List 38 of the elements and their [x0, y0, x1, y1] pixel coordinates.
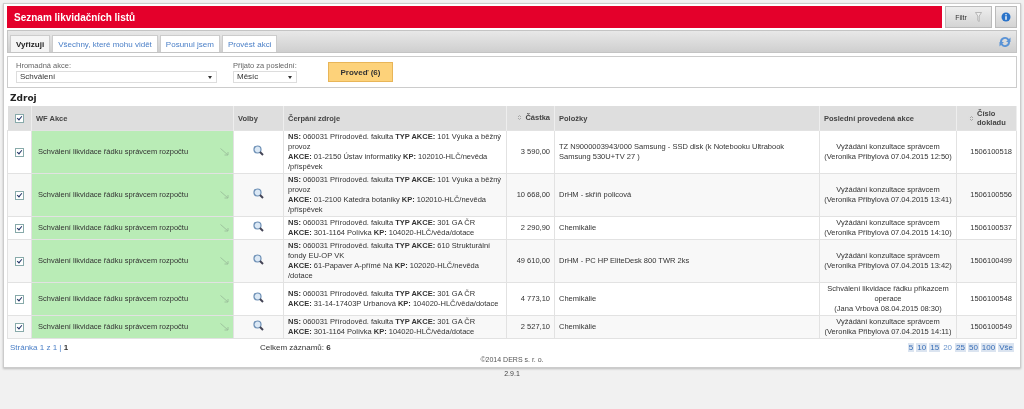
page-size-link[interactable]: 5 [907, 342, 915, 352]
row-checkbox[interactable] [15, 223, 24, 233]
row-checkbox[interactable] [15, 322, 24, 332]
caret-icon [208, 76, 212, 79]
section-title: Zdroj [10, 93, 38, 103]
page-size-link[interactable]: 10 [916, 342, 928, 352]
row-checkbox[interactable] [15, 147, 24, 157]
search-icon[interactable] [253, 188, 264, 199]
row-checkbox[interactable] [15, 256, 24, 266]
page-size-link[interactable]: 20 [942, 342, 954, 352]
bulk-action-select[interactable]: Schválení [16, 71, 217, 83]
page-size-link[interactable]: Vše [998, 342, 1014, 352]
period-select[interactable]: Měsíc [233, 71, 297, 83]
page-link[interactable]: Stránka 1 z 1 | [10, 342, 62, 352]
page-size-link[interactable]: 25 [955, 342, 966, 352]
page-size-link[interactable]: 100 [980, 342, 997, 352]
row-checkbox[interactable] [15, 294, 24, 304]
page-size-link[interactable]: 15 [929, 342, 941, 352]
current-page: 1 [63, 342, 69, 352]
page-title: Seznam likvidačních listů [14, 11, 136, 23]
page-size-link[interactable]: 50 [967, 342, 979, 352]
search-icon[interactable] [253, 145, 264, 156]
search-icon[interactable] [253, 292, 264, 303]
search-icon[interactable] [253, 320, 264, 331]
tab[interactable]: Vyřizuji [10, 35, 51, 52]
row-checkbox[interactable] [15, 190, 24, 200]
tab[interactable]: Všechny, které mohu vidět [52, 35, 158, 52]
tab[interactable]: Posunul jsem [159, 35, 220, 52]
help-button[interactable] [995, 6, 1017, 28]
execute-button[interactable]: Proveď (6) [328, 62, 393, 82]
record-count: Celkem záznamů: 6 [260, 342, 332, 352]
select-all-checkbox[interactable] [14, 113, 24, 123]
info-icon [1001, 12, 1011, 22]
tab[interactable]: Provést akci [221, 35, 278, 52]
funnel-icon [974, 12, 982, 22]
search-icon[interactable] [253, 221, 264, 232]
caret-icon [288, 76, 292, 79]
search-icon[interactable] [253, 254, 264, 265]
